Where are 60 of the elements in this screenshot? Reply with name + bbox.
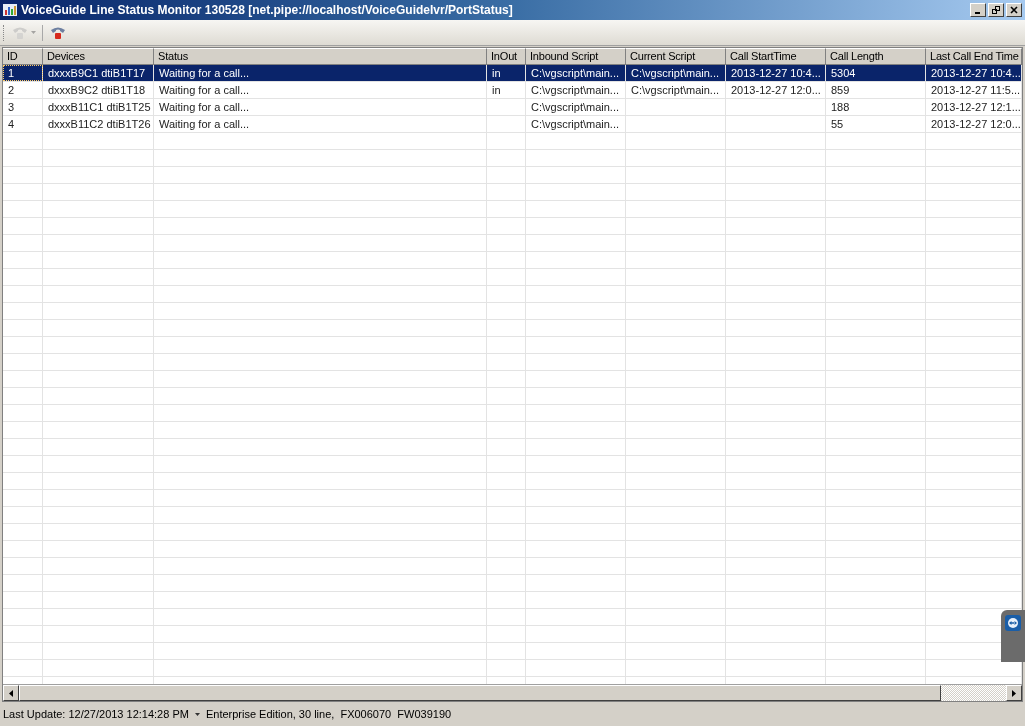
- last-update-label: Last Update: 12/27/2013 12:14:28 PM: [3, 706, 189, 722]
- edition-label: Enterprise Edition, 30 line, FX006070 FW039190: [205, 706, 452, 722]
- chart-icon: [3, 4, 17, 16]
- table-cell: 2013-12-27 10:4...: [931, 67, 1021, 79]
- table-cell: in: [492, 84, 501, 96]
- table-cell: Waiting for a call...: [159, 101, 250, 113]
- scroll-right-button[interactable]: [1006, 685, 1022, 701]
- close-icon: [1010, 6, 1018, 14]
- table-row[interactable]: 2 dxxxB9C2 dtiB1T18 Waiting for a call... in C:\vgscript\main... C:\vgscript\main... 2013-12-27 12:0... 859 2013-12-27 11:5...: [3, 82, 1022, 99]
- column-header[interactable]: ID: [3, 48, 43, 64]
- table-cell: 2: [8, 84, 15, 96]
- table-cell: 859: [831, 84, 850, 96]
- restore-button[interactable]: [988, 3, 1004, 17]
- side-tab[interactable]: [1001, 610, 1025, 662]
- table-cell: dxxxB11C2 dtiB1T26: [48, 118, 151, 130]
- column-header[interactable]: Status: [154, 48, 487, 64]
- table-row[interactable]: 4 dxxxB11C2 dtiB1T26 Waiting for a call... C:\vgscript\main... 55 2013-12-27 12:0...: [3, 116, 1022, 133]
- table-cell: C:\vgscript\main...: [631, 67, 720, 79]
- table-cell: 1: [8, 67, 15, 79]
- table-cell: dxxxB11C1 dtiB1T25: [48, 101, 151, 113]
- column-header[interactable]: Inbound Script: [526, 48, 626, 64]
- table-cell: 2013-12-27 11:5...: [931, 84, 1021, 96]
- table-row[interactable]: 1 dxxxB9C1 dtiB1T17 Waiting for a call... in C:\vgscript\main... C:\vgscript\main... 2013-12-27 10:4... 5304 2013-12-27 10:4...: [3, 65, 1022, 82]
- table-cell: 5304: [831, 67, 856, 79]
- column-header[interactable]: Last Call End Time: [926, 48, 1022, 64]
- window-title: VoiceGuide Line Status Monitor 130528 [net.pipe://localhost/VoiceGuideIvr/PortStatus]: [21, 2, 513, 19]
- table-cell: C:\vgscript\main...: [531, 84, 620, 96]
- table-cell: 55: [831, 118, 844, 130]
- table-cell: C:\vgscript\main...: [631, 84, 720, 96]
- table-cell: 188: [831, 101, 850, 113]
- left-arrow-icon: [9, 689, 13, 697]
- scroll-left-button[interactable]: [3, 685, 19, 701]
- table-cell: C:\vgscript\main...: [531, 101, 620, 113]
- caret-icon[interactable]: [194, 712, 200, 716]
- table-cell: Waiting for a call...: [159, 67, 250, 79]
- column-header[interactable]: Call StartTime: [726, 48, 826, 64]
- table-cell: 2013-12-27 12:1...: [931, 101, 1021, 113]
- column-header[interactable]: Devices: [43, 48, 154, 64]
- arrows-icon: [1005, 615, 1021, 631]
- table-cell: C:\vgscript\main...: [531, 67, 620, 79]
- restore-icon: [992, 6, 1000, 14]
- table-cell: in: [492, 67, 501, 79]
- caret-icon: [31, 31, 36, 34]
- column-header[interactable]: InOut: [487, 48, 526, 64]
- table-cell: 4: [8, 118, 15, 130]
- table-cell: dxxxB9C2 dtiB1T18: [48, 84, 146, 96]
- table-cell: 2013-12-27 12:0...: [931, 118, 1021, 130]
- table-row[interactable]: 3 dxxxB11C1 dtiB1T25 Waiting for a call... C:\vgscript\main... 188 2013-12-27 12:1...: [3, 99, 1022, 116]
- column-header[interactable]: Call Length: [826, 48, 926, 64]
- table-cell: Waiting for a call...: [159, 118, 250, 130]
- table-cell: 2013-12-27 12:0...: [731, 84, 821, 96]
- close-button[interactable]: [1006, 3, 1022, 17]
- table-cell: 3: [8, 101, 15, 113]
- minimize-button[interactable]: [970, 3, 986, 17]
- right-arrow-icon: [1012, 689, 1016, 697]
- table-cell: dxxxB9C1 dtiB1T17: [48, 67, 146, 79]
- column-header[interactable]: Current Script: [626, 48, 726, 64]
- table-cell: 2013-12-27 10:4...: [731, 67, 821, 79]
- table-cell: C:\vgscript\main...: [531, 118, 620, 130]
- table-cell: Waiting for a call...: [159, 84, 250, 96]
